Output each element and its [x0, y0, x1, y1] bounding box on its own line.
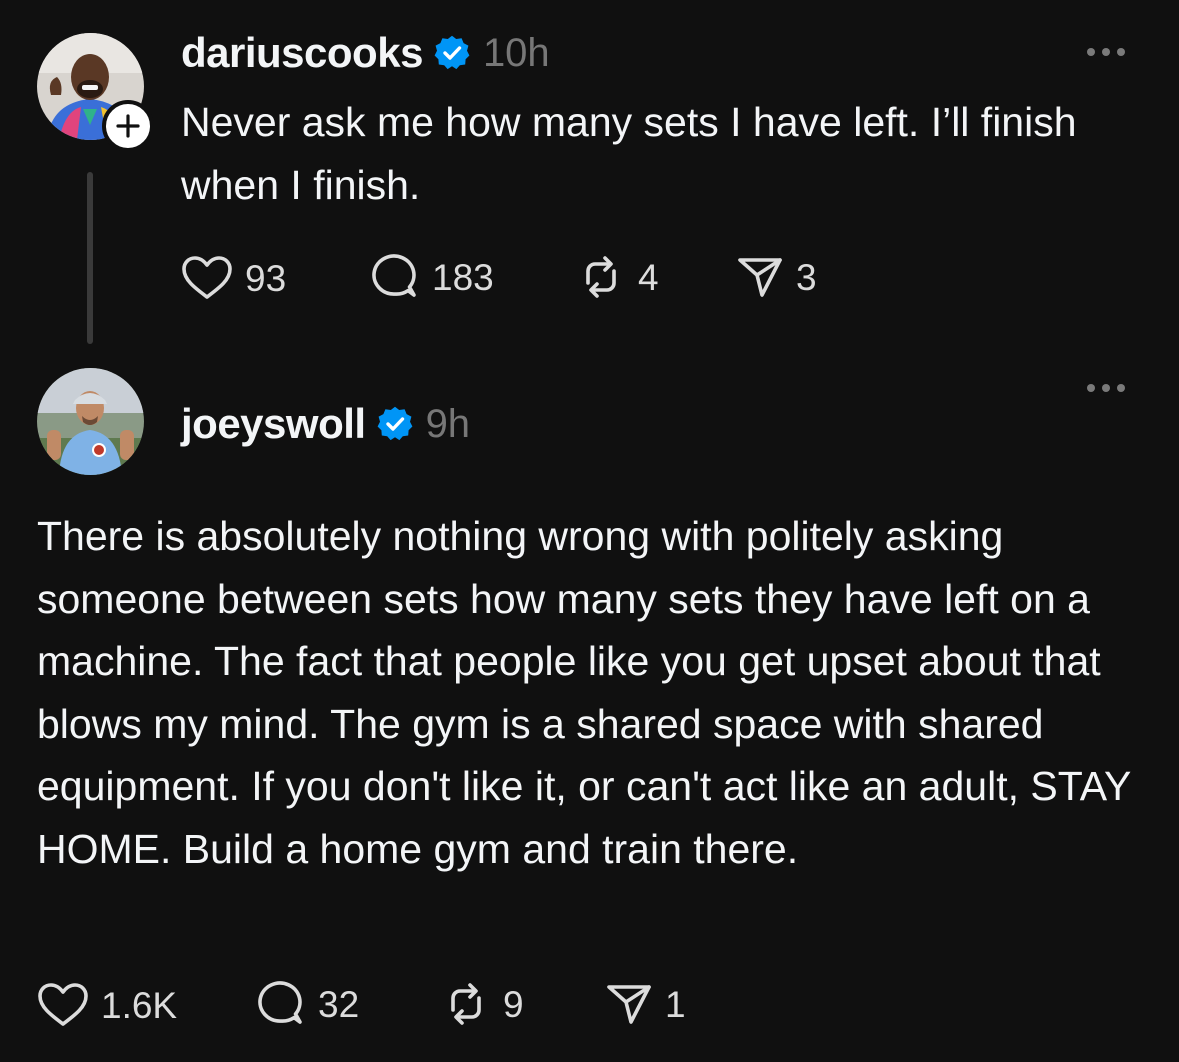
repost-button[interactable]: 9	[441, 980, 524, 1028]
repost-count: 9	[503, 983, 524, 1025]
more-options-icon[interactable]	[1087, 48, 1125, 56]
share-count: 3	[796, 256, 817, 298]
reply-count: 32	[318, 983, 360, 1025]
like-button[interactable]: 93	[181, 255, 286, 301]
reply-count: 183	[432, 256, 494, 298]
post-time: 9h	[425, 402, 471, 446]
verified-badge-icon	[377, 406, 413, 442]
username[interactable]: joeyswoll	[181, 403, 366, 445]
heart-icon	[37, 982, 89, 1028]
share-button[interactable]: 1	[605, 981, 686, 1027]
heart-icon	[181, 255, 233, 301]
reply-button[interactable]: 32	[256, 980, 359, 1028]
reply-button[interactable]: 183	[370, 253, 494, 301]
post-text: There is absolutely nothing wrong with p…	[37, 513, 1131, 872]
more-options-icon[interactable]	[1087, 384, 1125, 392]
repost-icon	[441, 980, 491, 1028]
like-button[interactable]: 1.6K	[37, 982, 177, 1028]
repost-count: 4	[638, 256, 659, 298]
avatar[interactable]	[37, 368, 144, 475]
comment-icon	[370, 253, 420, 301]
thread-line	[87, 172, 93, 344]
username[interactable]: dariuscooks	[181, 32, 423, 74]
follow-plus-icon[interactable]	[102, 100, 154, 152]
repost-icon	[576, 253, 626, 301]
comment-icon	[256, 980, 306, 1028]
post-time: 10h	[482, 31, 550, 75]
share-count: 1	[665, 983, 686, 1025]
share-icon	[736, 254, 784, 300]
post-header: dariuscooks 10h	[181, 32, 550, 74]
like-count: 1.6K	[101, 984, 178, 1026]
repost-button[interactable]: 4	[576, 253, 659, 301]
verified-badge-icon	[434, 35, 470, 71]
share-button[interactable]: 3	[736, 254, 817, 300]
post-text: Never ask me how many sets I have left. …	[181, 99, 1077, 208]
share-icon	[605, 981, 653, 1027]
like-count: 93	[245, 257, 287, 299]
post-header: joeyswoll 9h	[181, 403, 470, 445]
